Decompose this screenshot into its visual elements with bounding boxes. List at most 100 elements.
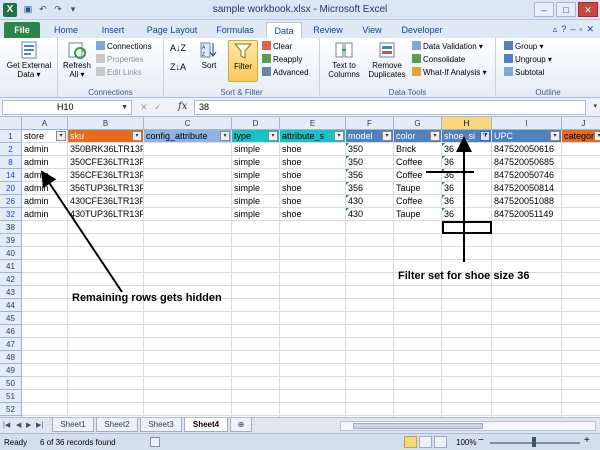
first-sheet-icon[interactable]: |◀	[3, 421, 10, 429]
empty-cell[interactable]	[232, 260, 280, 273]
empty-cell[interactable]	[562, 273, 600, 286]
empty-cell[interactable]	[144, 390, 232, 403]
table-cell[interactable]: admin	[22, 208, 68, 221]
empty-cell[interactable]	[492, 377, 562, 390]
row-header[interactable]: 40	[0, 247, 22, 260]
cancel-formula-icon[interactable]: ✕	[140, 102, 148, 113]
empty-cell[interactable]	[394, 390, 442, 403]
empty-cell[interactable]	[68, 338, 144, 351]
empty-cell[interactable]	[232, 338, 280, 351]
empty-cell[interactable]	[232, 377, 280, 390]
row-header[interactable]: 8	[0, 156, 22, 169]
empty-cell[interactable]	[22, 338, 68, 351]
sort-button[interactable]: A Z Sort	[194, 40, 224, 70]
table-cell[interactable]: 356	[346, 169, 394, 182]
filter-dropdown-icon[interactable]: ▾	[268, 131, 278, 141]
table-cell[interactable]: shoe	[280, 169, 346, 182]
empty-cell[interactable]	[394, 403, 442, 416]
row-header[interactable]: 2	[0, 143, 22, 156]
filter-dropdown-icon[interactable]: ▾	[550, 131, 560, 141]
empty-cell[interactable]	[394, 338, 442, 351]
excel-icon[interactable]: X	[3, 3, 17, 17]
filter-dropdown-icon[interactable]: ▾	[220, 131, 230, 141]
zoom-slider-thumb[interactable]	[532, 437, 536, 447]
column-header-g[interactable]: G	[394, 117, 442, 130]
empty-cell[interactable]	[280, 377, 346, 390]
row-header[interactable]: 1	[0, 130, 22, 143]
filter-header-cell[interactable]: type ▾	[232, 130, 280, 143]
table-cell[interactable]: simple	[232, 208, 280, 221]
table-cell[interactable]: shoe	[280, 208, 346, 221]
empty-cell[interactable]	[68, 377, 144, 390]
filter-header-cell[interactable]: attribute_s ▾	[280, 130, 346, 143]
close-button[interactable]: ✕	[578, 2, 598, 17]
tab-home[interactable]: Home	[46, 22, 86, 38]
filter-header-cell[interactable]: UPC ▾	[492, 130, 562, 143]
row-header[interactable]: 44	[0, 299, 22, 312]
filter-dropdown-icon[interactable]: ▾	[594, 131, 600, 141]
empty-cell[interactable]	[492, 221, 562, 234]
table-cell[interactable]: 356TUP36LTR13FAL	[68, 182, 144, 195]
empty-cell[interactable]	[280, 364, 346, 377]
zoom-level[interactable]: 100%	[456, 438, 476, 447]
empty-cell[interactable]	[144, 221, 232, 234]
prev-sheet-icon[interactable]: ◀	[16, 421, 21, 429]
minimize-button[interactable]: –	[534, 2, 554, 17]
row-header[interactable]: 39	[0, 234, 22, 247]
table-cell[interactable]: shoe	[280, 143, 346, 156]
table-cell[interactable]: simple	[232, 156, 280, 169]
table-cell[interactable]	[144, 156, 232, 169]
empty-cell[interactable]	[346, 351, 394, 364]
row-header[interactable]: 14	[0, 169, 22, 182]
table-cell[interactable]: 36	[442, 182, 492, 195]
ungroup-button[interactable]: Ungroup ▾	[504, 54, 552, 65]
filter-dropdown-icon[interactable]: ▾	[334, 131, 344, 141]
table-cell[interactable]: simple	[232, 182, 280, 195]
row-header[interactable]: 38	[0, 221, 22, 234]
row-header[interactable]: 26	[0, 195, 22, 208]
empty-cell[interactable]	[22, 351, 68, 364]
advanced-button[interactable]: Advanced	[262, 67, 309, 78]
remove-duplicates-button[interactable]: Remove Duplicates	[366, 40, 408, 79]
table-cell[interactable]	[562, 182, 600, 195]
filter-header-cell[interactable]: categor▾	[562, 130, 600, 143]
enter-formula-icon[interactable]: ✓	[154, 102, 162, 113]
empty-cell[interactable]	[144, 312, 232, 325]
table-cell[interactable]: 847520051149	[492, 208, 562, 221]
empty-cell[interactable]	[394, 234, 442, 247]
empty-cell[interactable]	[562, 377, 600, 390]
empty-cell[interactable]	[442, 364, 492, 377]
row-header[interactable]: 49	[0, 364, 22, 377]
empty-cell[interactable]	[394, 221, 442, 234]
empty-cell[interactable]	[232, 299, 280, 312]
sheet-tab-sheet3[interactable]: Sheet3	[140, 418, 182, 432]
empty-cell[interactable]	[562, 403, 600, 416]
empty-cell[interactable]	[346, 377, 394, 390]
row-header[interactable]: 41	[0, 260, 22, 273]
column-header-d[interactable]: D	[232, 117, 280, 130]
zoom-in-button[interactable]: +	[584, 436, 590, 446]
empty-cell[interactable]	[492, 286, 562, 299]
empty-cell[interactable]	[22, 325, 68, 338]
empty-cell[interactable]	[346, 325, 394, 338]
sort-z-a-button[interactable]: Z↓A	[170, 62, 186, 73]
empty-cell[interactable]	[68, 221, 144, 234]
column-header-h[interactable]: H	[442, 117, 492, 130]
empty-cell[interactable]	[492, 325, 562, 338]
empty-cell[interactable]	[346, 260, 394, 273]
empty-cell[interactable]	[144, 364, 232, 377]
table-cell[interactable]: admin	[22, 182, 68, 195]
table-cell[interactable]: 36	[442, 195, 492, 208]
empty-cell[interactable]	[442, 338, 492, 351]
filter-header-cell[interactable]: sku ▾	[68, 130, 144, 143]
column-header-f[interactable]: F	[346, 117, 394, 130]
table-cell[interactable]: simple	[232, 169, 280, 182]
row-header[interactable]: 48	[0, 351, 22, 364]
empty-cell[interactable]	[232, 286, 280, 299]
filter-dropdown-icon[interactable]: ▾	[430, 131, 440, 141]
customize-qat-icon[interactable]: ▾	[67, 3, 79, 15]
empty-cell[interactable]	[562, 247, 600, 260]
empty-cell[interactable]	[562, 325, 600, 338]
empty-cell[interactable]	[280, 403, 346, 416]
empty-cell[interactable]	[22, 312, 68, 325]
